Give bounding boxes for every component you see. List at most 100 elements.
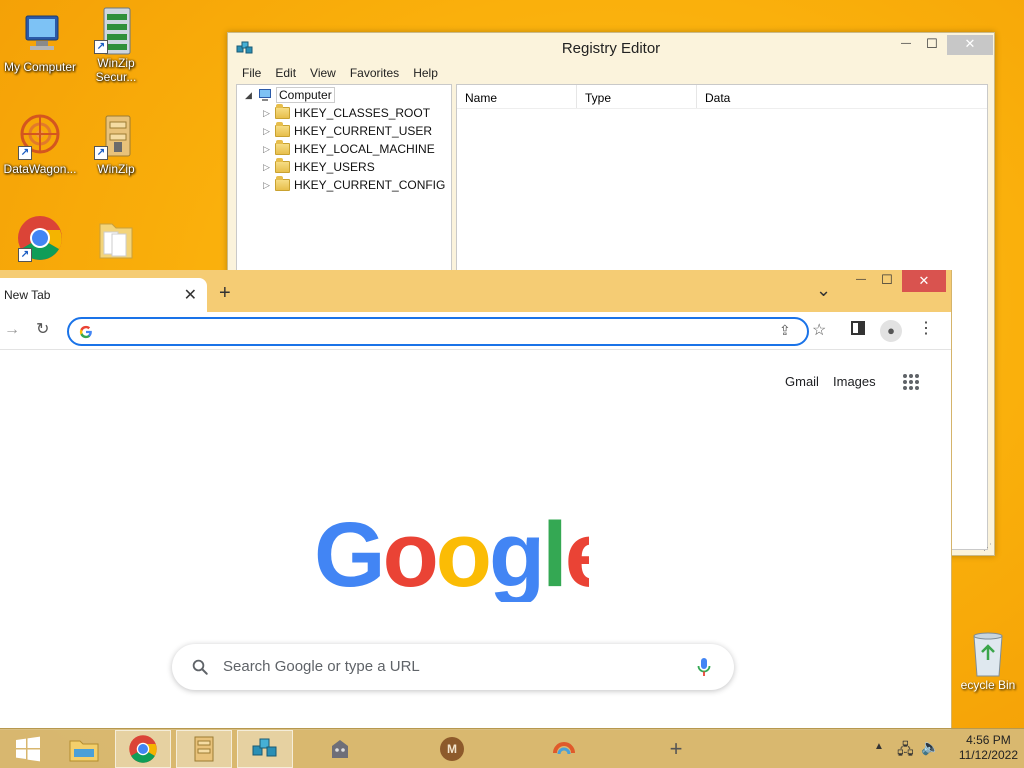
google-logo: Google	[314, 504, 589, 602]
forward-arrow-icon[interactable]: →	[4, 320, 20, 340]
expand-arrow-icon[interactable]: ▷	[263, 126, 275, 137]
clock-time: 4:56 PM	[966, 733, 1011, 747]
m-app-icon: M	[440, 737, 464, 761]
folder-icon	[275, 140, 290, 155]
desktop-icon-label: WinZip	[97, 162, 135, 176]
show-hidden-icons-button[interactable]: ▲	[874, 741, 884, 752]
tree-label-computer: Computer	[276, 87, 335, 103]
tree-item-computer[interactable]: ◢ Computer	[237, 86, 451, 104]
desktop-icon-datawagon[interactable]: ↗ DataWagon...	[0, 112, 80, 176]
winzip-icon	[194, 736, 214, 762]
chrome-maximize-button[interactable]: ☐	[879, 272, 895, 288]
reload-icon[interactable]: ↻	[36, 320, 49, 340]
column-header-name[interactable]: Name	[457, 85, 577, 108]
desktop-icon-my-computer[interactable]: My Computer	[0, 10, 80, 74]
side-panel-icon[interactable]	[851, 321, 865, 335]
taskbar-chrome[interactable]	[115, 730, 171, 768]
menu-help[interactable]: Help	[413, 66, 438, 80]
taskbar: M + ▲ 🖧 🔈 4:56 PM 11/12/2022	[0, 728, 1024, 768]
address-input[interactable]	[101, 322, 761, 341]
chrome-menu-icon[interactable]: ⋮	[918, 319, 934, 339]
tree-label: HKEY_CLASSES_ROOT	[294, 106, 431, 120]
shortcut-arrow-icon: ↗	[94, 40, 108, 54]
menu-view[interactable]: View	[310, 66, 336, 80]
computer-small-icon	[259, 89, 271, 101]
tree-item-hkcr[interactable]: ▷ HKEY_CLASSES_ROOT	[237, 104, 451, 122]
desktop-icon-recycle-bin[interactable]: ecycle Bin	[952, 630, 1024, 692]
expand-arrow-icon[interactable]: ▷	[263, 144, 275, 155]
registry-minimize-button[interactable]: —	[893, 35, 919, 55]
tree-label: HKEY_LOCAL_MACHINE	[294, 142, 435, 156]
start-button[interactable]	[0, 730, 56, 768]
taskbar-add-button[interactable]: +	[648, 730, 704, 768]
registry-close-button[interactable]: ✕	[947, 35, 993, 55]
tab-search-button[interactable]: ⌄	[816, 280, 831, 301]
folder-icon	[92, 214, 140, 262]
app-icon	[553, 742, 575, 755]
tree-item-hku[interactable]: ▷ HKEY_USERS	[237, 158, 451, 176]
registry-editor-title: Registry Editor	[561, 40, 661, 57]
tab-title: New Tab	[4, 288, 51, 302]
new-tab-button[interactable]: +	[219, 283, 231, 303]
plus-icon: +	[669, 736, 683, 761]
gmail-link[interactable]: Gmail	[785, 374, 819, 389]
volume-icon[interactable]: 🔈	[921, 738, 940, 756]
menu-file[interactable]: File	[242, 66, 261, 80]
desktop-icon-label: My Computer	[3, 60, 77, 74]
menu-favorites[interactable]: Favorites	[350, 66, 399, 80]
profile-avatar-icon[interactable]: ●	[880, 320, 902, 342]
desktop-icon-folder[interactable]	[76, 214, 156, 264]
images-link[interactable]: Images	[833, 374, 876, 389]
desktop-icon-label: ecycle Bin	[960, 678, 1016, 692]
tab-new-tab[interactable]: New Tab ✕	[0, 278, 207, 312]
network-icon[interactable]: 🖧	[897, 739, 914, 764]
tree-label: HKEY_CURRENT_USER	[294, 124, 433, 138]
search-placeholder: Search Google or type a URL	[223, 658, 420, 675]
taskbar-file-explorer[interactable]	[56, 730, 112, 768]
desktop-icon-chrome[interactable]: ↗	[0, 214, 80, 264]
tab-close-button[interactable]: ✕	[184, 285, 197, 305]
values-header: Name Type Data	[457, 85, 987, 109]
taskbar-app-7[interactable]	[536, 730, 592, 768]
taskbar-app-m[interactable]: M	[424, 730, 480, 768]
folder-icon	[275, 122, 290, 137]
tree-item-hkcc[interactable]: ▷ HKEY_CURRENT_CONFIG	[237, 176, 451, 194]
column-header-data[interactable]: Data	[697, 85, 987, 108]
chrome-close-button[interactable]: ✕	[902, 270, 946, 292]
desktop-icon-label: WinZip Secur...	[95, 56, 137, 84]
taskbar-app-5[interactable]	[312, 730, 368, 768]
expand-arrow-icon[interactable]: ▷	[263, 180, 275, 191]
chrome-tabstrip[interactable]: New Tab ✕ + ⌄ — ☐ ✕	[0, 270, 951, 312]
tree-item-hkcu[interactable]: ▷ HKEY_CURRENT_USER	[237, 122, 451, 140]
registry-maximize-button[interactable]: ☐	[919, 35, 945, 55]
chrome-window[interactable]: New Tab ✕ + ⌄ — ☐ ✕ → ↻ ⇪ ☆ ● ⋮ Gmail Im…	[0, 270, 952, 730]
desktop-icon-label: DataWagon...	[3, 162, 77, 176]
folder-icon	[275, 176, 290, 191]
desktop-icon-winzip[interactable]: ↗ WinZip	[76, 112, 156, 176]
resize-grip-icon[interactable]: ⋰	[983, 542, 992, 553]
chrome-minimize-button[interactable]: —	[853, 274, 869, 285]
taskbar-registry-editor[interactable]	[237, 730, 293, 768]
recycle-bin-icon	[973, 632, 1003, 677]
menu-edit[interactable]: Edit	[275, 66, 296, 80]
desktop-icon-winzip-secure[interactable]: ↗ WinZip Secur...	[76, 6, 156, 84]
winzip-icon: ↗	[92, 112, 140, 160]
expand-arrow-icon[interactable]: ▷	[263, 162, 275, 173]
taskbar-winzip[interactable]	[176, 730, 232, 768]
winzip-secure-icon: ↗	[92, 6, 140, 55]
registry-editor-titlebar[interactable]: Registry Editor — ☐ ✕	[228, 33, 994, 63]
taskbar-clock[interactable]: 4:56 PM 11/12/2022	[959, 733, 1018, 763]
tree-item-hklm[interactable]: ▷ HKEY_LOCAL_MACHINE	[237, 140, 451, 158]
share-icon[interactable]: ⇪	[779, 322, 791, 339]
bookmark-star-icon[interactable]: ☆	[812, 320, 826, 340]
google-apps-icon[interactable]	[903, 374, 919, 390]
google-search-box[interactable]: Search Google or type a URL	[172, 644, 734, 690]
expand-arrow-icon[interactable]: ▷	[263, 108, 275, 119]
chrome-toolbar: → ↻ ⇪ ☆ ● ⋮	[0, 312, 951, 350]
tree-label: HKEY_USERS	[294, 160, 375, 174]
collapse-arrow-icon[interactable]: ◢	[245, 90, 257, 101]
column-header-type[interactable]: Type	[577, 85, 697, 108]
address-bar[interactable]: ⇪ ☆	[67, 317, 826, 346]
shortcut-arrow-icon: ↗	[18, 248, 32, 262]
microphone-icon[interactable]	[697, 657, 711, 677]
